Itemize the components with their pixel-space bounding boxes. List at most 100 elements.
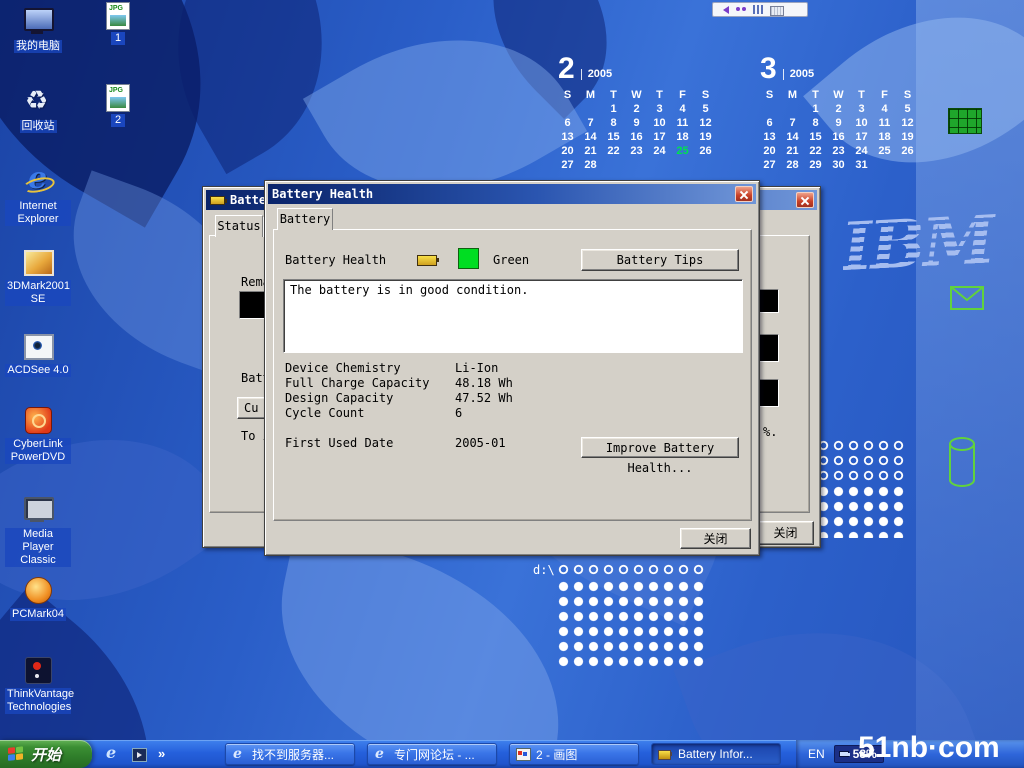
battery-health-titlebar[interactable]: Battery Health <box>268 184 756 204</box>
quicklaunch-chevron[interactable]: » <box>158 746 165 762</box>
windows-flag-icon <box>8 746 25 763</box>
battery-icon <box>839 751 849 757</box>
calendar-day: 27 <box>758 158 781 172</box>
calendar-day: 20 <box>758 144 781 158</box>
calendar-day <box>694 158 717 172</box>
calendar-day: 3 <box>850 102 873 116</box>
calendar-day: 19 <box>896 130 919 144</box>
file-icon-jpg-1[interactable]: JPG 1 <box>100 2 136 45</box>
calendar-day: 25 <box>671 144 694 158</box>
calendar-day: 25 <box>873 144 896 158</box>
desktop-icon-internet-explorer[interactable]: Internet Explorer <box>4 166 72 226</box>
dot-grid-pattern <box>816 438 908 482</box>
calendar-day: 1 <box>602 102 625 116</box>
desktop-icon-thinkvantage[interactable]: ThinkVantage Technologies <box>4 654 72 714</box>
desktop-icon-pcmark[interactable]: PCMark04 <box>4 574 72 621</box>
taskbar-task-2[interactable]: 专门网论坛 - ... <box>367 743 497 765</box>
internet-explorer-icon <box>21 166 55 198</box>
task-label: 2 - 画图 <box>536 746 577 763</box>
improve-battery-health-button[interactable]: Improve Battery Health... <box>581 437 739 458</box>
taskbar-task-1[interactable]: 找不到服务器... <box>225 743 355 765</box>
paint-icon <box>515 747 531 761</box>
start-button[interactable]: 开始 <box>0 740 92 768</box>
calendar-day: 7 <box>579 116 602 130</box>
calendar-day: 6 <box>556 116 579 130</box>
close-button[interactable]: 关闭 <box>680 528 751 549</box>
calendar-day: 17 <box>850 130 873 144</box>
my-computer-icon <box>21 6 55 38</box>
task-label: 找不到服务器... <box>252 746 334 763</box>
calendar-day: 2 <box>827 102 850 116</box>
language-indicator[interactable]: EN <box>808 747 825 761</box>
health-status: Green <box>493 253 529 267</box>
calendar-day: 2 <box>625 102 648 116</box>
recycle-bin-icon <box>21 86 55 118</box>
calendar-day-header: W <box>827 88 850 102</box>
calendar-month-number: 2 <box>558 56 575 82</box>
thinkvantage-icon <box>21 654 55 686</box>
taskbar-task-3[interactable]: 2 - 画图 <box>509 743 639 765</box>
calendar-day <box>671 158 694 172</box>
calendar-year: 2005 <box>783 69 814 80</box>
calendar-day <box>896 158 919 172</box>
powerdvd-icon <box>21 404 55 436</box>
desktop-icon-my-computer[interactable]: 我的电脑 <box>4 6 72 53</box>
calendar-day: 17 <box>648 130 671 144</box>
calendar-day: 14 <box>579 130 602 144</box>
taskbar-task-4[interactable]: Battery Infor... <box>651 743 781 765</box>
calendar-day-header: T <box>850 88 873 102</box>
jpg-file-icon: JPG <box>106 2 130 30</box>
battery-health-dialog[interactable]: Battery Health Battery Battery Health Gr… <box>264 180 760 556</box>
calendar-day: 11 <box>873 116 896 130</box>
start-label: 开始 <box>31 744 61 765</box>
calendar-day: 5 <box>896 102 919 116</box>
calendar-day: 28 <box>579 158 602 172</box>
tab-status[interactable]: Status <box>215 215 263 237</box>
calendar-day: 10 <box>850 116 873 130</box>
calendar-day: 8 <box>804 116 827 130</box>
desktop-icon-label: 我的电脑 <box>14 40 62 53</box>
calendar-february-2005: 2 2005 SMTWTFS12345678910111213141516171… <box>556 52 721 172</box>
close-icon[interactable] <box>796 192 814 208</box>
close-icon[interactable] <box>735 186 753 202</box>
dialog-title: Battery Health <box>272 187 373 201</box>
calendar-day: 22 <box>804 144 827 158</box>
battery-cylinder-icon <box>946 436 978 488</box>
quicklaunch-media-player[interactable] <box>131 746 147 762</box>
desktop-icon-acdsee[interactable]: ACDSee 4.0 <box>4 330 72 377</box>
close-button[interactable]: 关闭 <box>757 521 814 545</box>
calendar-day: 26 <box>694 144 717 158</box>
desktop-icon-3dmark[interactable]: 3DMark2001 SE <box>4 246 72 306</box>
calendar-day: 12 <box>896 116 919 130</box>
desktop-icon-label: Media Player Classic <box>5 528 71 567</box>
battery-icon <box>417 255 437 266</box>
health-status-swatch <box>458 248 479 269</box>
calendar-day-header: F <box>873 88 896 102</box>
desktop-icon-powerdvd[interactable]: CyberLink PowerDVD <box>4 404 72 464</box>
desktop-icon-recycle-bin[interactable]: 回收站 <box>4 86 72 133</box>
jpg-badge: JPG <box>109 87 123 95</box>
ie-icon <box>231 747 247 761</box>
file-icon-jpg-2[interactable]: JPG2 <box>100 84 136 127</box>
calendar-day-header: S <box>694 88 717 102</box>
file-icon-label: 1 <box>111 32 125 45</box>
field-value: Li-Ion <box>455 361 498 375</box>
ie-icon <box>373 747 389 761</box>
desktop-icon-label: PCMark04 <box>10 608 66 621</box>
desktop-icon-mpc[interactable]: Media Player Classic <box>4 494 72 567</box>
calendar-day: 19 <box>694 130 717 144</box>
calendar-day-header: F <box>671 88 694 102</box>
calendar-day: 4 <box>671 102 694 116</box>
quick-launch-bar: » <box>104 740 165 768</box>
calendar-day: 15 <box>602 130 625 144</box>
condition-textbox[interactable]: The battery is in good condition. <box>283 279 743 353</box>
calendar-day: 23 <box>625 144 648 158</box>
calendar-day: 13 <box>758 130 781 144</box>
battery-tips-button[interactable]: Battery Tips <box>581 249 739 271</box>
field-value: 6 <box>455 406 462 420</box>
calendar-day: 10 <box>648 116 671 130</box>
calendar-day <box>648 158 671 172</box>
3dmark-icon <box>21 246 55 278</box>
tab-battery[interactable]: Battery <box>277 208 333 230</box>
quicklaunch-ie[interactable] <box>104 746 120 762</box>
